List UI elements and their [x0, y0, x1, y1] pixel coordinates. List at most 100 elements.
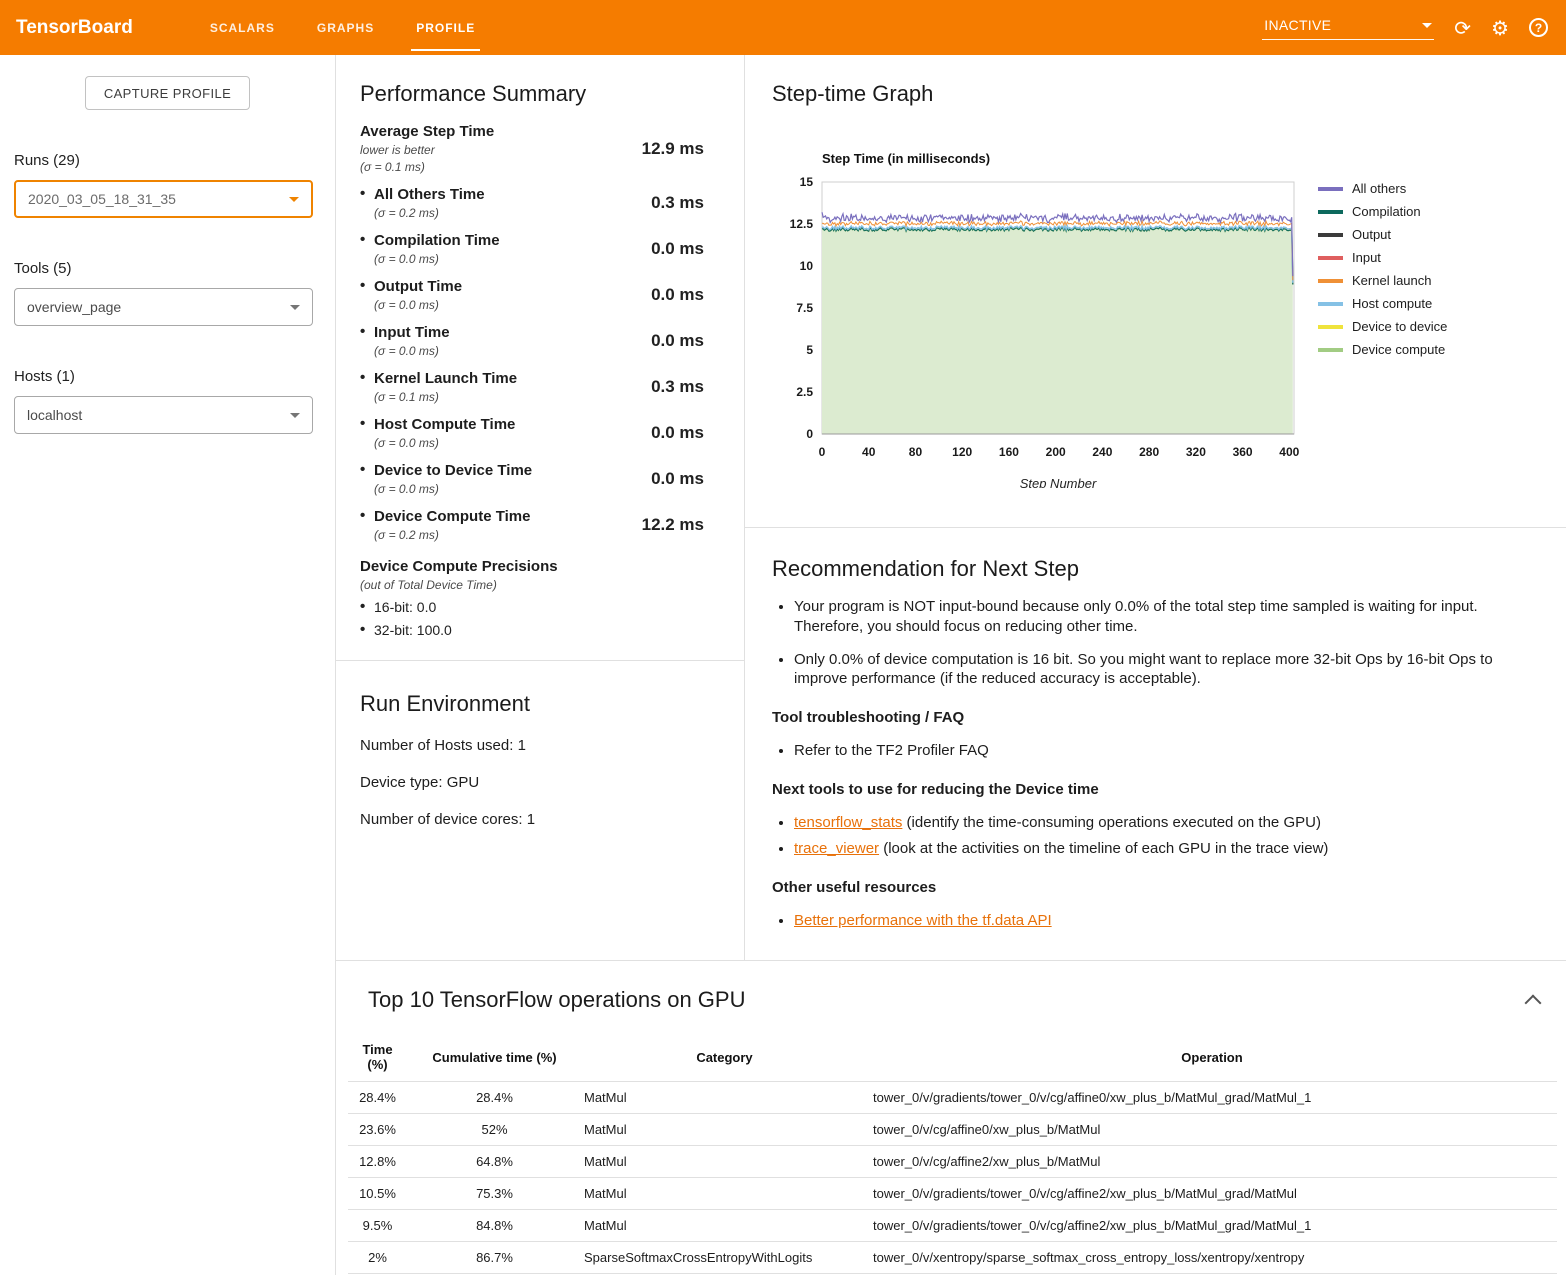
gear-icon[interactable]: ⚙: [1491, 18, 1509, 38]
svg-text:320: 320: [1186, 445, 1206, 459]
legend-swatch: [1318, 302, 1343, 306]
app-title: TensorBoard: [16, 17, 133, 39]
recommendation-bullet: Your program is NOT input-bound because …: [794, 597, 1522, 637]
tools-select[interactable]: overview_page: [14, 288, 313, 326]
top-ops-title: Top 10 TensorFlow operations on GPU: [368, 987, 745, 1013]
average-step-time-label: Average Step Time: [360, 123, 494, 140]
legend-swatch: [1318, 210, 1343, 214]
performance-summary-title: Performance Summary: [360, 81, 704, 107]
svg-text:10: 10: [800, 259, 814, 273]
step-time-graph-title: Step-time Graph: [772, 81, 1546, 107]
legend-label: Device compute: [1352, 342, 1445, 357]
legend-swatch: [1318, 348, 1343, 352]
svg-text:360: 360: [1233, 445, 1253, 459]
reload-status-dropdown[interactable]: INACTIVE: [1262, 15, 1434, 40]
tab-graphs[interactable]: GRAPHS: [296, 0, 395, 55]
table-row: 23.6%52%MatMultower_0/v/cg/affine0/xw_pl…: [348, 1114, 1557, 1146]
metric-list: •All Others Time(σ = 0.2 ms)0.3 ms•Compi…: [360, 186, 704, 542]
bullet-icon: •: [360, 185, 365, 202]
svg-text:12.5: 12.5: [790, 217, 814, 231]
legend-item: Device to device: [1318, 319, 1447, 334]
table-row: 9.5%84.8%MatMultower_0/v/gradients/tower…: [348, 1210, 1557, 1242]
legend-label: All others: [1352, 181, 1406, 196]
svg-text:160: 160: [999, 445, 1019, 459]
metric-row: •Compilation Time(σ = 0.0 ms)0.0 ms: [360, 232, 704, 266]
chevron-down-icon: [289, 197, 299, 202]
average-step-time-sigma: (σ = 0.1 ms): [360, 160, 494, 174]
top-ops-section: Top 10 TensorFlow operations on GPU Time…: [336, 960, 1566, 1275]
tab-scalars[interactable]: SCALARS: [189, 0, 296, 55]
table-row: 12.8%64.8%MatMultower_0/v/cg/affine2/xw_…: [348, 1146, 1557, 1178]
legend-label: Kernel launch: [1352, 273, 1432, 288]
metric-value: 0.0 ms: [651, 239, 704, 259]
bullet-icon: •: [360, 598, 365, 615]
table-row: 2%86.7%SparseSoftmaxCrossEntropyWithLogi…: [348, 1242, 1557, 1274]
tfdata-performance-link[interactable]: Better performance with the tf.data API: [794, 912, 1052, 929]
top-section: Performance Summary Average Step Time lo…: [336, 55, 1566, 960]
legend-swatch: [1318, 233, 1343, 237]
column-header: Operation: [867, 1033, 1557, 1082]
capture-profile-button[interactable]: CAPTURE PROFILE: [85, 76, 250, 110]
bullet-icon: •: [360, 277, 365, 294]
legend-swatch: [1318, 279, 1343, 283]
metric-sigma: (σ = 0.0 ms): [374, 252, 500, 266]
top-ops-header: Top 10 TensorFlow operations on GPU: [348, 987, 1557, 1013]
metric-label: All Others Time: [374, 186, 485, 203]
chart-title: Step Time (in milliseconds): [822, 151, 1304, 166]
sidebar: CAPTURE PROFILE Runs (29) 2020_03_05_18_…: [0, 55, 335, 1275]
metric-sigma: (σ = 0.1 ms): [374, 390, 517, 404]
metric-sigma: (σ = 0.0 ms): [374, 344, 450, 358]
chevron-down-icon: [1422, 23, 1432, 28]
metric-label: Input Time: [374, 324, 450, 341]
tensorflow-stats-link[interactable]: tensorflow_stats: [794, 814, 902, 831]
svg-text:40: 40: [862, 445, 876, 459]
help-icon[interactable]: ?: [1529, 18, 1548, 37]
env-line: Number of device cores: 1: [360, 811, 720, 828]
bullet-icon: •: [360, 323, 365, 340]
page-layout: CAPTURE PROFILE Runs (29) 2020_03_05_18_…: [0, 55, 1566, 1275]
hosts-label: Hosts (1): [14, 368, 335, 385]
table-cell: tower_0/v/gradients/tower_0/v/cg/affine0…: [867, 1082, 1557, 1114]
refresh-icon[interactable]: ⟳: [1454, 18, 1471, 38]
metric-sigma: (σ = 0.2 ms): [374, 206, 485, 220]
chart-area: Step Time (in milliseconds) 02.557.51012…: [772, 151, 1304, 493]
metric-row: •All Others Time(σ = 0.2 ms)0.3 ms: [360, 186, 704, 220]
toolbar-right: INACTIVE ⟳ ⚙ ?: [1262, 15, 1548, 40]
svg-text:0: 0: [806, 427, 813, 441]
legend-label: Host compute: [1352, 296, 1432, 311]
metric-row: •Device to Device Time(σ = 0.0 ms)0.0 ms: [360, 462, 704, 496]
metric-label: Host Compute Time: [374, 416, 515, 433]
table-body: 28.4%28.4%MatMultower_0/v/gradients/towe…: [348, 1082, 1557, 1275]
bullet-icon: •: [360, 621, 365, 638]
env-line: Device type: GPU: [360, 774, 720, 791]
recommendation-title: Recommendation for Next Step: [772, 556, 1522, 582]
metric-row: •Device Compute Time(σ = 0.2 ms)12.2 ms: [360, 508, 704, 542]
metric-value: 12.2 ms: [642, 515, 704, 535]
svg-text:80: 80: [909, 445, 923, 459]
bullet-icon: •: [360, 415, 365, 432]
tab-profile[interactable]: PROFILE: [395, 0, 496, 55]
hosts-select[interactable]: localhost: [14, 396, 313, 434]
svg-text:280: 280: [1139, 445, 1159, 459]
precisions-subtitle: (out of Total Device Time): [360, 578, 704, 592]
legend-item: Kernel launch: [1318, 273, 1447, 288]
table-cell: 75.3%: [407, 1178, 582, 1210]
table-cell: MatMul: [582, 1114, 867, 1146]
trace-viewer-link[interactable]: trace_viewer: [794, 840, 879, 857]
run-environment-lines: Number of Hosts used: 1Device type: GPUN…: [360, 737, 720, 828]
recommendation-bullets: Your program is NOT input-bound because …: [772, 597, 1522, 689]
metric-label: Device to Device Time: [374, 462, 532, 479]
runs-select[interactable]: 2020_03_05_18_31_35: [14, 180, 313, 218]
bullet-icon: •: [360, 461, 365, 478]
chevron-down-icon: [290, 413, 300, 418]
svg-text:5: 5: [806, 343, 813, 357]
svg-text:120: 120: [952, 445, 972, 459]
table-row: 28.4%28.4%MatMultower_0/v/gradients/towe…: [348, 1082, 1557, 1114]
bullet-icon: •: [360, 231, 365, 248]
bullet-icon: •: [360, 507, 365, 524]
table-cell: tower_0/v/cg/affine2/xw_plus_b/MatMul: [867, 1146, 1557, 1178]
svg-text:240: 240: [1092, 445, 1112, 459]
faq-item: Refer to the TF2 Profiler FAQ: [794, 741, 1522, 761]
chevron-up-icon[interactable]: [1525, 995, 1542, 1012]
svg-text:0: 0: [819, 445, 826, 459]
